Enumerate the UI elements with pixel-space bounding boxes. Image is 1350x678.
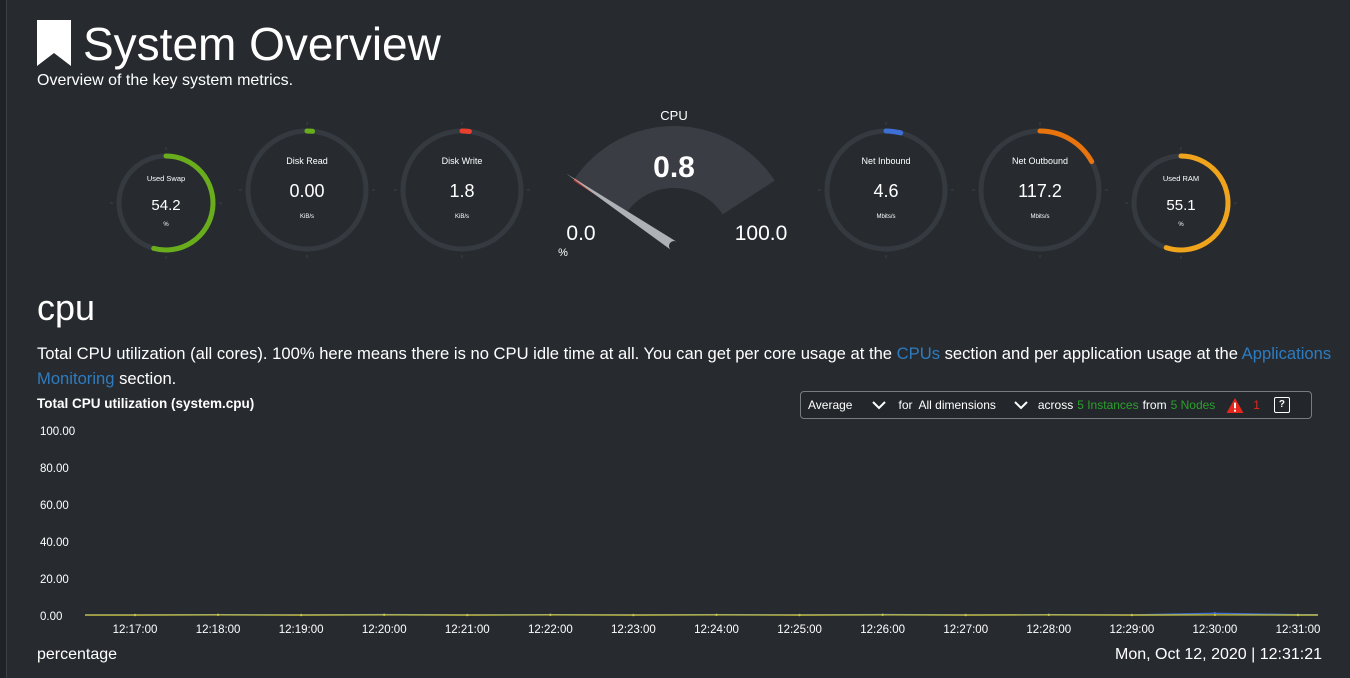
cpu-gauge-value-text: 0.8 (653, 151, 695, 184)
gauge-unit: Mbits/s (876, 214, 895, 220)
gauge-value: 4.6 (873, 181, 898, 201)
chart-units: percentage (37, 646, 118, 663)
x-tick-label: 12:30:00 (1193, 624, 1238, 636)
cpu-gauge[interactable]: CPU 0.8 0.0 100.0% (558, 108, 787, 259)
chart-title: Total CPU utilization (system.cpu) (37, 396, 255, 411)
aggregation-value: Average (808, 398, 853, 412)
gauge-disk-read[interactable]: Disk Read 0.00 KiB/s (239, 122, 375, 258)
gauge-unit: Mbits/s (1030, 214, 1049, 220)
x-tick-label: 12:27:00 (943, 624, 988, 636)
x-tick-label: 12:25:00 (777, 624, 822, 636)
cpu-chart[interactable]: 100.00 80.00 60.00 40.00 20.00 0.00 12:17:00 12… (0, 420, 1350, 645)
cpu-gauge-min: 0.0 (566, 222, 595, 245)
cpu-gauge-title: CPU (660, 108, 687, 123)
y-tick-label: 80.00 (40, 463, 69, 475)
x-tick-label: 12:24:00 (694, 624, 739, 636)
gauge-disk-write[interactable]: Disk Write 1.8 KiB/s (394, 122, 530, 258)
gauge-used-swap[interactable]: Used Swap 54.2% (110, 147, 222, 259)
series-point (1213, 613, 1217, 617)
dimensions-value: All dimensions (918, 398, 996, 412)
x-tick-label: 12:17:00 (113, 624, 158, 636)
x-tick-label: 12:18:00 (196, 624, 241, 636)
y-tick-label: 40.00 (40, 537, 69, 549)
x-tick-label: 12:22:00 (528, 624, 573, 636)
across-label: across (1037, 398, 1074, 412)
series-point (632, 613, 635, 617)
description-text: Total CPU utilization (all cores). 100% … (37, 344, 897, 363)
gauge-net-inbound[interactable]: Net Inbound 4.6 Mbits/s (818, 122, 954, 258)
gauge-label: Used RAM (1163, 174, 1199, 183)
y-tick-label: 0.00 (40, 611, 62, 623)
series-point (881, 613, 884, 617)
cpus-link[interactable]: CPUs (897, 344, 940, 363)
x-tick-label: 12:26:00 (860, 624, 905, 636)
warning-icon[interactable] (1225, 397, 1245, 414)
chevron-down-icon (872, 401, 887, 410)
x-tick-label: 12:29:00 (1109, 624, 1154, 636)
series-point (133, 613, 137, 617)
series-point (299, 613, 303, 617)
chart-datetime: Mon, Oct 12, 2020 | 12:31:21 (1115, 646, 1322, 663)
gauge-unit: % (163, 222, 169, 228)
x-tick-label: 12:19:00 (279, 624, 324, 636)
alert-count[interactable]: 1 (1253, 398, 1260, 412)
cpu-gauge-max: 100.0 (735, 222, 788, 245)
series-point (549, 613, 552, 617)
help-icon[interactable]: ? (1273, 397, 1290, 413)
description-text: section and per application usage at the (940, 344, 1242, 363)
chart-controls: Average for All dimensions across 5 Inst… (800, 391, 1312, 419)
gauge-label: Net Outbound (1012, 156, 1068, 166)
y-tick-label: 60.00 (40, 500, 69, 512)
y-tick-label: 20.00 (40, 574, 69, 586)
series-point (216, 613, 220, 617)
series-point (1296, 613, 1300, 617)
dimensions-select[interactable]: All dimensions (919, 398, 1028, 412)
series-point (1130, 613, 1134, 617)
x-tick-label: 12:23:00 (611, 624, 656, 636)
gauge-net-outbound[interactable]: Net Outbound 117.2 Mbits/s (972, 122, 1108, 258)
x-tick-label: 12:28:00 (1026, 624, 1071, 636)
section-title: cpu (37, 287, 96, 328)
for-label: for (898, 398, 913, 412)
x-tick-label: 12:21:00 (445, 624, 490, 636)
gauge-value: 1.8 (449, 181, 474, 201)
nodes-link[interactable]: 5 Nodes (1171, 398, 1216, 412)
gauge-label: Net Inbound (861, 156, 910, 166)
section-description: Total CPU utilization (all cores). 100% … (37, 341, 1332, 391)
series-point (715, 613, 718, 617)
series-point (1047, 613, 1050, 617)
gauge-value: 54.2 (151, 197, 180, 214)
description-text: section. (114, 369, 177, 388)
gauge-value: 117.2 (1018, 181, 1062, 201)
series-point (383, 613, 386, 617)
gauge-unit: KiB/s (300, 214, 314, 220)
gauge-unit: % (1178, 222, 1184, 228)
gauges-row: Used Swap54.2%Disk Read0.00KiB/sDisk Wri… (110, 108, 1237, 259)
aggregation-select[interactable]: Average (808, 398, 887, 412)
gauge-value: 55.1 (1166, 197, 1195, 214)
x-tick-label: 12:31:00 (1276, 624, 1321, 636)
y-tick-label: 100.00 (40, 426, 75, 438)
gauge-used-ram[interactable]: Used RAM 55.1% (1125, 147, 1237, 259)
instances-link[interactable]: 5 Instances (1077, 398, 1138, 412)
gauge-label: Disk Write (442, 156, 483, 166)
gauge-value-arc (883, 128, 904, 136)
series-point (798, 613, 801, 617)
gauge-unit: KiB/s (455, 214, 469, 220)
from-label: from (1142, 398, 1167, 412)
gauge-label: Used Swap (147, 174, 185, 183)
chevron-down-icon (1014, 401, 1028, 410)
gauge-value: 0.00 (289, 181, 324, 201)
series-point (964, 613, 967, 617)
gauge-label: Disk Read (286, 156, 328, 166)
series-point (466, 613, 469, 617)
cpu-gauge-unit: % (558, 247, 568, 259)
x-tick-label: 12:20:00 (362, 624, 407, 636)
